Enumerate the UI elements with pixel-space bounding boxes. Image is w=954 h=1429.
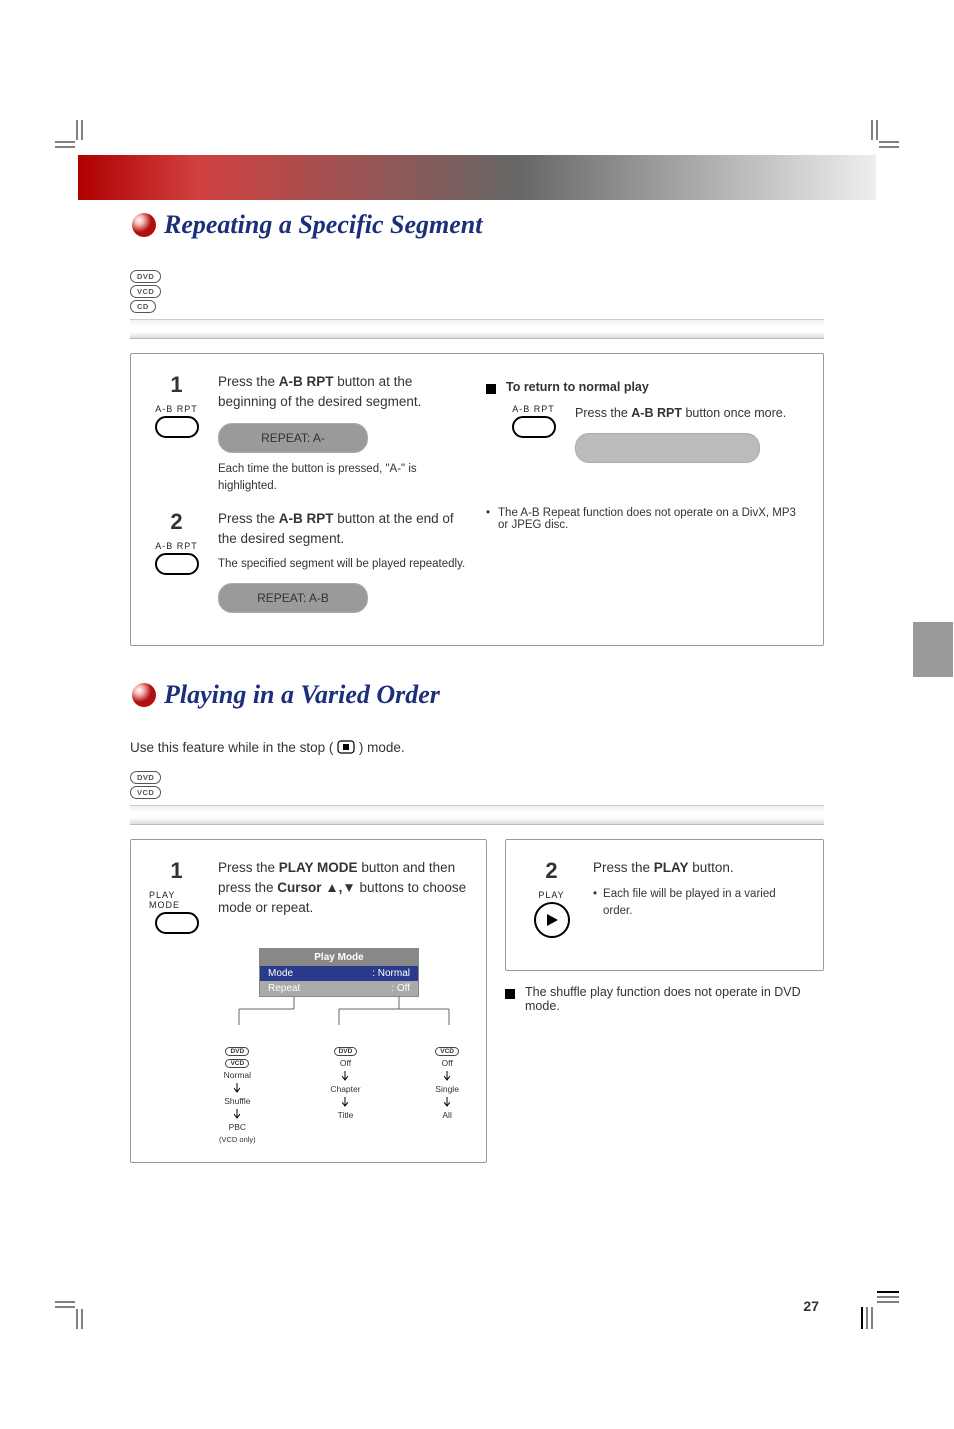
mini-badge: VCD: [435, 1047, 459, 1056]
step-number-1: 1: [170, 858, 182, 884]
osd-display: REPEAT: A-: [218, 423, 368, 453]
osd-label: Mode: [268, 968, 372, 979]
text: PLAY MODE: [279, 860, 358, 875]
tree-item: Off: [340, 1057, 351, 1069]
tree-item: All: [442, 1109, 451, 1121]
tree-item: Off: [442, 1057, 453, 1069]
text: A-B RPT: [631, 406, 682, 420]
note-marker: •: [486, 507, 490, 531]
section-title-1: Repeating a Specific Segment: [164, 210, 482, 240]
text: PLAY: [654, 860, 689, 875]
text: ▲,▼: [325, 880, 355, 895]
osd-label: Repeat: [268, 983, 391, 994]
disc-badge-cd: CD: [130, 300, 156, 313]
mini-badge: DVD: [225, 1047, 249, 1056]
tree-fine: (VCD only): [219, 1135, 256, 1144]
step-number-1: 1: [170, 372, 182, 398]
disc-badge-vcd: VCD: [130, 786, 161, 799]
disc-badge-dvd: DVD: [130, 771, 161, 784]
square-bullet-icon: [505, 989, 515, 999]
tree-item: Chapter: [330, 1083, 360, 1095]
text: Each file will be played in a varied ord…: [603, 886, 805, 921]
disc-badges: DVD VCD CD: [130, 270, 824, 313]
button-label: PLAY: [538, 890, 564, 900]
section-bullet-icon: [130, 681, 158, 709]
side-tab: [913, 622, 953, 677]
section-bullet-icon: [130, 211, 158, 239]
text: Press the: [218, 374, 279, 389]
step-number-2: 2: [545, 858, 557, 884]
button-label: A-B RPT: [512, 404, 555, 414]
section-title-2: Playing in a Varied Order: [164, 680, 440, 710]
tree-item: Single: [435, 1083, 459, 1095]
button-label: A-B RPT: [155, 541, 198, 551]
step-note: Each time the button is pressed, "A-" is…: [218, 461, 468, 496]
play-button-icon: [534, 902, 570, 938]
text: Press the: [218, 860, 279, 875]
crop-mark: [55, 1299, 85, 1329]
ab-repeat-button-icon: [155, 416, 199, 438]
crop-mark: [55, 120, 85, 150]
square-bullet-icon: [486, 384, 496, 394]
mini-badge: VCD: [225, 1059, 249, 1068]
tree-item: Shuffle: [224, 1095, 250, 1107]
tree-item: PBC: [229, 1121, 246, 1133]
disc-badge-dvd: DVD: [130, 270, 161, 283]
ab-repeat-button-icon: [155, 553, 199, 575]
text: ) mode.: [359, 740, 405, 755]
play-mode-button-icon: [155, 912, 199, 934]
osd-display-blank: [575, 433, 760, 463]
text: A-B RPT: [279, 511, 334, 526]
page-number: 27: [803, 1298, 819, 1314]
text: Cursor: [277, 880, 321, 895]
tree-item: Title: [338, 1109, 354, 1121]
tree-item: Normal: [224, 1069, 251, 1081]
text: Press the: [593, 860, 654, 875]
crop-mark: [859, 1289, 899, 1329]
side-note: The A-B Repeat function does not operate…: [498, 507, 805, 531]
down-arrow-icon: [234, 1083, 240, 1093]
step-note: The specified segment will be played rep…: [218, 556, 468, 573]
down-arrow-icon: [234, 1109, 240, 1119]
text: A-B RPT: [279, 374, 334, 389]
ab-repeat-button-icon: [512, 416, 556, 438]
step-number-2: 2: [170, 509, 182, 535]
header-gradient-band: [78, 155, 876, 200]
text: Press the: [575, 406, 631, 420]
banner-strip: [130, 319, 824, 339]
tree-connector: [219, 997, 459, 1037]
button-label: A-B RPT: [155, 404, 198, 414]
playmode-osd: Play Mode Mode: Normal Repeat: Off: [259, 948, 419, 997]
text: button once more.: [682, 406, 786, 420]
bullet: •: [593, 886, 597, 921]
banner-strip: [130, 805, 824, 825]
down-arrow-icon: [444, 1071, 450, 1081]
down-arrow-icon: [342, 1097, 348, 1107]
cancel-heading: To return to normal play: [506, 380, 649, 394]
stop-icon: [337, 740, 355, 754]
osd-display: REPEAT: A-B: [218, 583, 368, 613]
down-arrow-icon: [444, 1097, 450, 1107]
disc-badges: DVD VCD: [130, 771, 824, 799]
crop-mark: [869, 120, 899, 150]
disc-badge-vcd: VCD: [130, 285, 161, 298]
osd-value: : Normal: [372, 968, 410, 979]
option-tree: DVD VCD Normal Shuffle PBC (VCD only) DV…: [219, 1045, 459, 1144]
text: Use this feature while in the stop (: [130, 740, 337, 755]
osd-title: Play Mode: [260, 949, 418, 966]
text: Press the: [218, 511, 279, 526]
mini-badge: DVD: [334, 1047, 358, 1056]
down-arrow-icon: [342, 1071, 348, 1081]
note-text: The shuffle play function does not opera…: [525, 985, 824, 1013]
osd-value: : Off: [391, 983, 410, 994]
button-label: PLAY MODE: [149, 890, 204, 910]
text: button.: [689, 860, 734, 875]
